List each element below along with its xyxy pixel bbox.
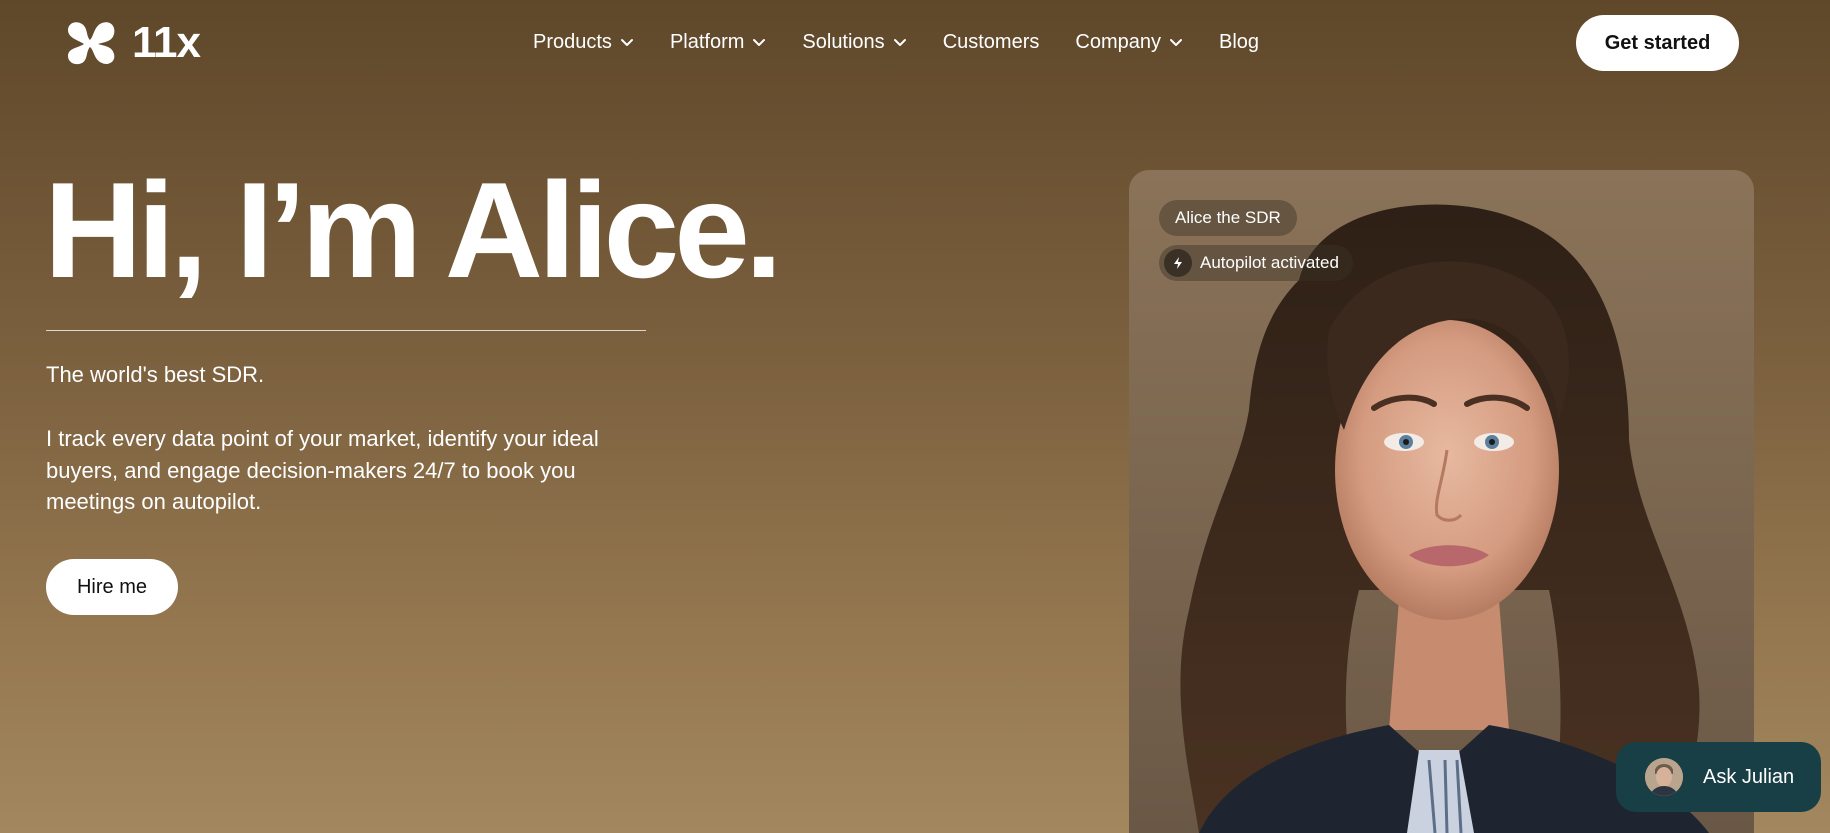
agent-portrait-card: Alice the SDR Autopilot activated — [1129, 170, 1754, 833]
bolt-icon — [1164, 249, 1192, 277]
nav-item-blog[interactable]: Blog — [1219, 28, 1259, 56]
julian-avatar — [1645, 758, 1683, 796]
nav-item-label: Company — [1075, 31, 1161, 53]
chevron-down-icon — [620, 39, 633, 46]
agent-name-label: Alice the SDR — [1175, 208, 1281, 227]
hero-title: Hi, I’m Alice. — [44, 154, 783, 306]
nav-item-platform[interactable]: Platform — [670, 28, 766, 56]
nav-item-company[interactable]: Company — [1075, 28, 1183, 56]
main-nav: Products Platform Solutions Customers Co… — [533, 28, 1259, 56]
nav-item-label: Customers — [942, 31, 1040, 53]
get-started-button[interactable]: Get started — [1576, 15, 1739, 71]
nav-item-label: Solutions — [802, 31, 885, 53]
nav-item-label: Platform — [669, 31, 745, 53]
autopilot-status-label: Autopilot activated — [1200, 253, 1339, 272]
chevron-down-icon — [753, 39, 766, 46]
logo-text: 11x — [132, 18, 201, 67]
hire-me-button[interactable]: Hire me — [46, 559, 178, 615]
nav-item-solutions[interactable]: Solutions — [802, 28, 906, 56]
site-header: 11x Products Platform Solutions Customer… — [0, 0, 1830, 86]
logo-mark-icon — [68, 22, 115, 65]
hero-tagline: The world's best SDR. — [46, 362, 265, 387]
nav-item-label: Products — [533, 31, 612, 53]
logo[interactable]: 11x — [64, 18, 201, 67]
ask-julian-chat-button[interactable]: Ask Julian — [1616, 742, 1821, 812]
agent-name-badge: Alice the SDR — [1159, 200, 1297, 236]
autopilot-status-badge: Autopilot activated — [1159, 245, 1353, 281]
nav-item-customers[interactable]: Customers — [943, 28, 1040, 56]
page: 11x Products Platform Solutions Customer… — [0, 0, 1830, 833]
hero-description: I track every data point of your market,… — [46, 426, 599, 514]
chevron-down-icon — [893, 39, 906, 46]
chevron-down-icon — [1170, 39, 1182, 46]
nav-item-label: Blog — [1219, 31, 1260, 53]
ask-julian-label: Ask Julian — [1703, 765, 1795, 788]
nav-item-products[interactable]: Products — [533, 28, 634, 56]
hero-divider — [46, 330, 646, 331]
